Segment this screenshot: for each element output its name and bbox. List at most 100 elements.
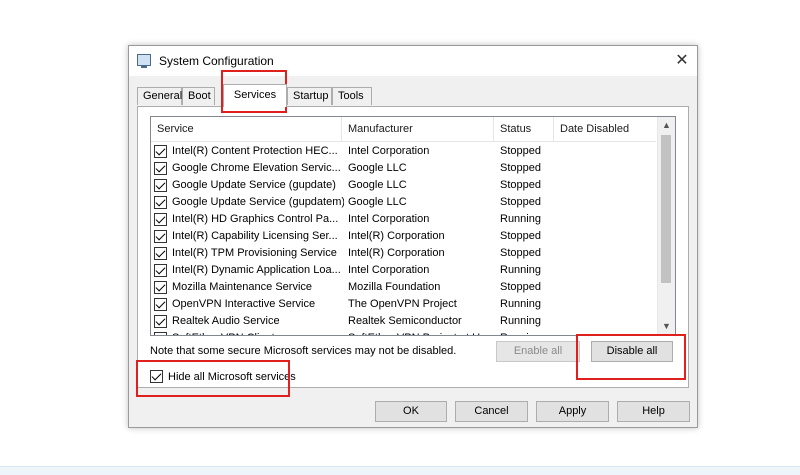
service-checkbox[interactable] xyxy=(154,213,167,226)
tab-startup[interactable]: Startup xyxy=(287,87,332,105)
service-status: Running xyxy=(500,213,541,225)
tab-tools[interactable]: Tools xyxy=(332,87,372,105)
service-checkbox[interactable] xyxy=(154,281,167,294)
service-date-disabled xyxy=(560,160,650,177)
services-panel: Service Manufacturer Status Date Disable… xyxy=(137,106,689,388)
service-date-disabled xyxy=(560,330,650,335)
service-date-disabled xyxy=(560,313,650,330)
cancel-button[interactable]: Cancel xyxy=(455,401,528,422)
chevron-up-icon[interactable]: ▲ xyxy=(658,117,675,134)
service-manufacturer: Google LLC xyxy=(348,162,407,174)
tab-boot[interactable]: Boot xyxy=(182,87,215,105)
service-status: Running xyxy=(500,330,556,335)
hide-microsoft-services-checkbox[interactable] xyxy=(150,370,163,383)
service-checkbox[interactable] xyxy=(154,196,167,209)
service-manufacturer: Google LLC xyxy=(348,196,407,208)
service-name: Google Update Service (gupdate) xyxy=(172,179,336,191)
service-checkbox[interactable] xyxy=(154,298,167,311)
service-manufacturer: The OpenVPN Project xyxy=(348,298,457,310)
service-status: Stopped xyxy=(500,247,541,259)
title-bar: System Configuration ✕ xyxy=(129,46,697,76)
service-status: Running xyxy=(500,315,541,327)
service-row[interactable]: Intel(R) HD Graphics Control Pa... Intel … xyxy=(151,211,656,228)
service-row[interactable]: Intel(R) TPM Provisioning Service Intel(R… xyxy=(151,245,656,262)
service-name: Intel(R) Capability Licensing Ser... xyxy=(172,230,338,242)
service-date-disabled xyxy=(560,296,650,313)
service-checkbox[interactable] xyxy=(154,332,167,335)
service-status: Stopped xyxy=(500,230,541,242)
column-header-date-disabled[interactable]: Date Disabled xyxy=(554,117,656,141)
service-status: Stopped xyxy=(500,281,541,293)
service-row[interactable]: Google Chrome Elevation Servic... Google … xyxy=(151,160,656,177)
apply-button[interactable]: Apply xyxy=(536,401,609,422)
service-row[interactable]: OpenVPN Interactive Service The OpenVPN P… xyxy=(151,296,656,313)
service-date-disabled xyxy=(560,194,650,211)
service-date-disabled xyxy=(560,143,650,160)
help-button[interactable]: Help xyxy=(617,401,690,422)
column-header-status[interactable]: Status xyxy=(494,117,554,141)
column-header-manufacturer[interactable]: Manufacturer xyxy=(342,117,494,141)
service-checkbox[interactable] xyxy=(154,162,167,175)
scrollbar-thumb[interactable] xyxy=(661,135,671,283)
service-checkbox[interactable] xyxy=(154,315,167,328)
ok-button[interactable]: OK xyxy=(375,401,447,422)
service-row[interactable]: Google Update Service (gupdatem) Google L… xyxy=(151,194,656,211)
service-status: Running xyxy=(500,298,541,310)
service-row[interactable]: Realtek Audio Service Realtek Semiconduct… xyxy=(151,313,656,330)
service-name: Google Chrome Elevation Servic... xyxy=(172,162,341,174)
disable-all-button[interactable]: Disable all xyxy=(591,341,673,362)
service-checkbox[interactable] xyxy=(154,179,167,192)
vertical-scrollbar[interactable]: ▲ ▼ xyxy=(657,117,675,335)
service-row[interactable]: Mozilla Maintenance Service Mozilla Found… xyxy=(151,279,656,296)
service-manufacturer: Google LLC xyxy=(348,179,407,191)
service-row[interactable]: SoftEther VPN Client SoftEther VPN Projec… xyxy=(151,330,656,335)
service-date-disabled xyxy=(560,228,650,245)
window-title: System Configuration xyxy=(159,54,274,68)
service-checkbox[interactable] xyxy=(154,230,167,243)
service-manufacturer: Intel Corporation xyxy=(348,264,430,276)
service-row[interactable]: Google Update Service (gupdate) Google LL… xyxy=(151,177,656,194)
service-manufacturer: Mozilla Foundation xyxy=(348,281,441,293)
service-name: SoftEther VPN Client xyxy=(172,330,344,335)
service-row[interactable]: Intel(R) Capability Licensing Ser... Inte… xyxy=(151,228,656,245)
service-name: Intel(R) Content Protection HEC... xyxy=(172,145,338,157)
service-status: Stopped xyxy=(500,179,541,191)
service-status: Stopped xyxy=(500,196,541,208)
enable-all-button[interactable]: Enable all xyxy=(496,341,580,362)
service-date-disabled xyxy=(560,279,650,296)
service-name: Intel(R) Dynamic Application Loa... xyxy=(172,264,341,276)
service-name: OpenVPN Interactive Service xyxy=(172,298,316,310)
service-name: Intel(R) TPM Provisioning Service xyxy=(172,247,337,259)
service-manufacturer: Intel Corporation xyxy=(348,213,430,225)
service-manufacturer: Realtek Semiconductor xyxy=(348,315,462,327)
service-row[interactable]: Intel(R) Content Protection HEC... Intel … xyxy=(151,143,656,160)
service-name: Mozilla Maintenance Service xyxy=(172,281,313,293)
service-checkbox[interactable] xyxy=(154,247,167,260)
secure-services-note: Note that some secure Microsoft services… xyxy=(150,345,457,357)
service-status: Stopped xyxy=(500,162,541,174)
list-header: Service Manufacturer Status Date Disable… xyxy=(151,117,656,142)
service-date-disabled xyxy=(560,262,650,279)
hide-microsoft-services-label: Hide all Microsoft services xyxy=(168,371,296,383)
column-header-service[interactable]: Service xyxy=(151,117,342,141)
service-checkbox[interactable] xyxy=(154,145,167,158)
service-manufacturer: Intel(R) Corporation xyxy=(348,230,445,242)
msconfig-icon xyxy=(137,54,151,68)
services-list[interactable]: Service Manufacturer Status Date Disable… xyxy=(150,116,676,336)
service-manufacturer: Intel(R) Corporation xyxy=(348,247,445,259)
tab-general[interactable]: General xyxy=(137,87,182,105)
tab-services[interactable]: Services xyxy=(223,84,287,107)
service-name: Intel(R) HD Graphics Control Pa... xyxy=(172,213,339,225)
chevron-down-icon[interactable]: ▼ xyxy=(658,318,675,335)
service-date-disabled xyxy=(560,177,650,194)
service-manufacturer: SoftEther VPN Project at U... xyxy=(348,330,494,335)
service-name: Realtek Audio Service xyxy=(172,315,280,327)
service-row[interactable]: Intel(R) Dynamic Application Loa... Intel… xyxy=(151,262,656,279)
close-icon[interactable]: ✕ xyxy=(667,46,697,76)
system-configuration-window: System Configuration ✕ General Boot Serv… xyxy=(128,45,698,428)
service-date-disabled xyxy=(560,245,650,262)
service-manufacturer: Intel Corporation xyxy=(348,145,430,157)
service-name: Google Update Service (gupdatem) xyxy=(172,196,344,208)
service-checkbox[interactable] xyxy=(154,264,167,277)
service-status: Running xyxy=(500,264,541,276)
